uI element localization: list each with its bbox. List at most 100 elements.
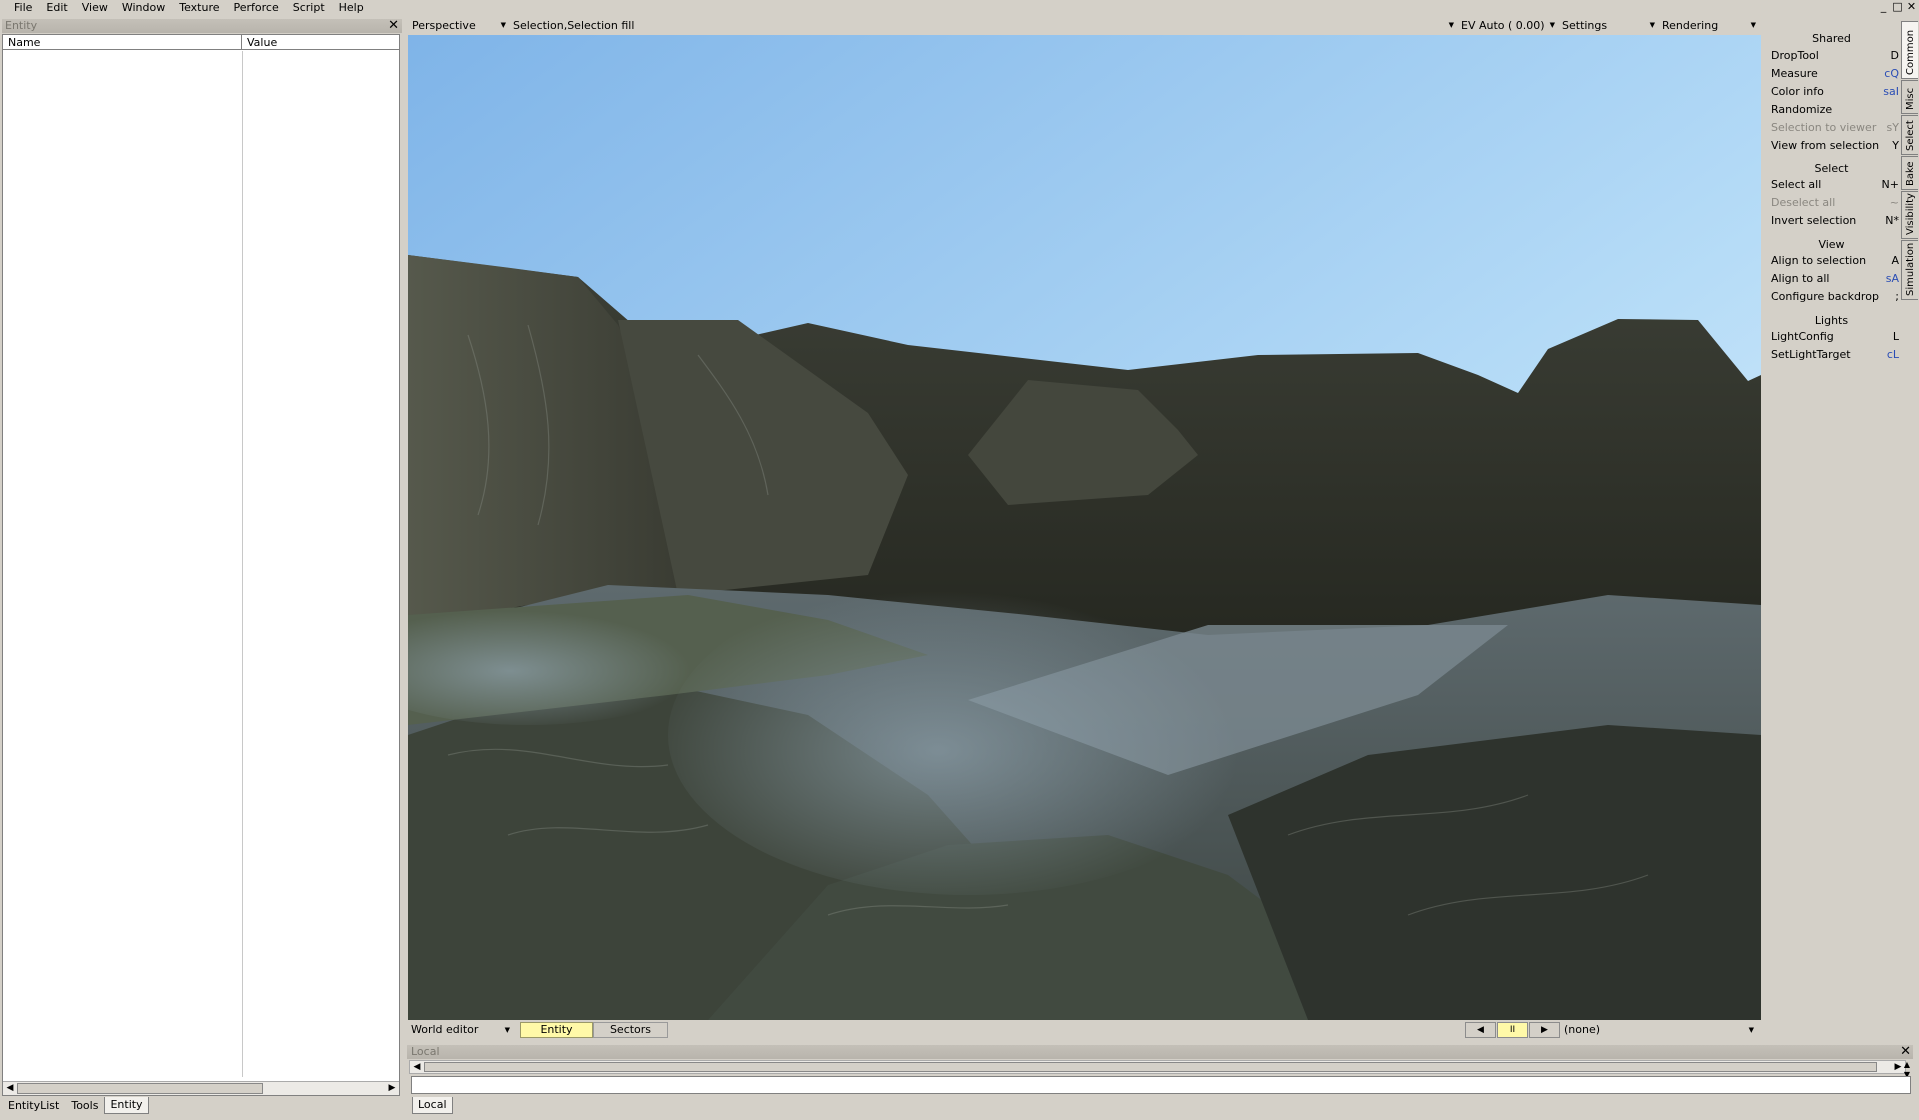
menu-perforce[interactable]: Perforce <box>227 0 286 16</box>
scroll-right-icon[interactable]: ▶ <box>385 1082 399 1095</box>
side-tab-select[interactable]: Select <box>1901 115 1918 155</box>
side-tab-visibility[interactable]: Visibility <box>1901 191 1918 239</box>
section-header-select: Select <box>1814 162 1849 175</box>
menu-view[interactable]: View <box>75 0 115 16</box>
restore-icon[interactable]: □ <box>1892 1 1903 13</box>
command-label: Configure backdrop <box>1771 290 1879 303</box>
command-invert-selection[interactable]: Invert selection N* <box>1771 213 1899 229</box>
chevron-down-icon: ▼ <box>1748 1026 1754 1034</box>
tab-sectors[interactable]: Sectors <box>593 1022 668 1038</box>
command-label: SetLightTarget <box>1771 348 1851 361</box>
property-table[interactable]: Name Value ◀ ▶ <box>2 34 400 1096</box>
scrollbar-thumb[interactable] <box>17 1083 263 1094</box>
column-header-value[interactable]: Value <box>242 35 399 50</box>
side-tab-simulation[interactable]: Simulation <box>1901 240 1918 300</box>
menu-bar: File Edit View Window Texture Perforce S… <box>0 0 1919 16</box>
menu-edit[interactable]: Edit <box>39 0 74 16</box>
console-horizontal-scrollbar[interactable]: ◀ ▶ <box>409 1060 1906 1074</box>
command-align-to-all[interactable]: Align to all sA <box>1771 271 1899 287</box>
camera-mode-dropdown[interactable]: Perspective ▼ <box>409 18 509 33</box>
exposure-dropdown[interactable]: EV Auto ( 0.00) ▼ <box>1458 18 1558 33</box>
command-measure[interactable]: Measure cQ <box>1771 66 1899 82</box>
command-label: Randomize <box>1771 103 1833 116</box>
command-shortcut: N+ <box>1881 178 1899 191</box>
command-shortcut: sY <box>1886 121 1899 134</box>
pause-button[interactable]: II <box>1497 1022 1528 1038</box>
column-header-name[interactable]: Name <box>3 35 242 50</box>
horizontal-scrollbar[interactable]: ◀ ▶ <box>3 1081 399 1095</box>
column-divider <box>242 51 243 1077</box>
animation-dropdown[interactable]: (none) ▼ <box>1561 1022 1758 1038</box>
chevron-down-icon: ▼ <box>1750 21 1756 29</box>
menu-file[interactable]: File <box>0 0 39 16</box>
scroll-left-icon[interactable]: ◀ <box>410 1061 424 1073</box>
command-shortcut: Y <box>1892 139 1899 152</box>
side-tab-label: Common <box>1905 29 1916 75</box>
side-tab-label: Visibility <box>1905 193 1916 235</box>
command-deselect-all: Deselect all ~ <box>1771 195 1899 211</box>
command-lightconfig[interactable]: LightConfig L <box>1771 329 1899 345</box>
command-configure-backdrop[interactable]: Configure backdrop; <box>1771 289 1899 305</box>
command-setlighttarget[interactable]: SetLightTarget cL <box>1771 347 1899 363</box>
side-tab-common[interactable]: Common <box>1901 21 1918 79</box>
settings-value: Settings <box>1562 19 1608 32</box>
command-select-all[interactable]: Select all N+ <box>1771 177 1899 193</box>
command-label: Selection to viewer <box>1771 121 1877 134</box>
command-shortcut: D <box>1890 49 1899 62</box>
menu-window[interactable]: Window <box>115 0 172 16</box>
viewport-toolbar: Perspective ▼ Selection,Selection fill ▼… <box>407 17 1760 34</box>
selection-mode-dropdown[interactable]: Selection,Selection fill ▼ <box>510 18 1457 33</box>
tab-tools[interactable]: Tools <box>65 1097 104 1114</box>
minimize-icon[interactable]: _ <box>1878 1 1889 13</box>
tab-entity-mode[interactable]: Entity <box>520 1022 593 1038</box>
editor-mode-value: World editor <box>411 1023 479 1036</box>
close-icon[interactable]: ✕ <box>1900 1045 1911 1059</box>
menu-script[interactable]: Script <box>286 0 332 16</box>
next-frame-button[interactable]: ▶ <box>1529 1022 1560 1038</box>
command-label: Invert selection <box>1771 214 1857 227</box>
play-icon: ▶ <box>1541 1025 1548 1035</box>
command-shortcut: L <box>1892 330 1899 343</box>
scroll-up-icon[interactable]: ▲ <box>1900 1060 1914 1070</box>
section-header-view: View <box>1818 238 1845 251</box>
exposure-value: EV Auto ( 0.00) <box>1461 19 1545 32</box>
command-shortcut: saI <box>1883 85 1899 98</box>
selection-mode-value: Selection,Selection fill <box>513 19 635 32</box>
section-header-lights: Lights <box>1814 314 1849 327</box>
scrollbar-thumb[interactable] <box>424 1062 1877 1072</box>
scroll-left-icon[interactable]: ◀ <box>3 1082 17 1095</box>
chevron-down-icon: ▼ <box>1448 21 1454 29</box>
side-tab-misc[interactable]: Misc <box>1901 80 1918 114</box>
pause-icon: II <box>1509 1025 1516 1035</box>
menu-texture[interactable]: Texture <box>172 0 226 16</box>
command-randomize[interactable]: Randomize <box>1771 102 1899 118</box>
tab-entitylist[interactable]: EntityList <box>2 1097 65 1114</box>
rendering-dropdown[interactable]: Rendering ▼ <box>1659 18 1759 33</box>
chevron-down-icon: ▼ <box>500 21 506 29</box>
command-color-info[interactable]: Color info saI <box>1771 84 1899 100</box>
3d-viewport[interactable] <box>408 35 1761 1020</box>
close-icon[interactable]: ✕ <box>1906 1 1917 13</box>
settings-dropdown[interactable]: Settings ▼ <box>1559 18 1658 33</box>
tab-local[interactable]: Local <box>412 1097 453 1114</box>
section-header-shared: Shared <box>1812 32 1851 45</box>
side-tab-strip: Common Misc Select Bake Visibility Simul… <box>1901 21 1918 300</box>
console-input[interactable] <box>411 1076 1911 1094</box>
window-controls: _ □ ✕ <box>1878 1 1917 13</box>
tab-entity[interactable]: Entity <box>104 1097 149 1114</box>
side-tab-bake[interactable]: Bake <box>1901 156 1918 190</box>
entity-panel: Entity ✕ Name Value ◀ ▶ EntityList Tools… <box>2 17 402 1117</box>
menu-help[interactable]: Help <box>332 0 371 16</box>
command-label: Select all <box>1771 178 1822 191</box>
chevron-down-icon: ▼ <box>504 1026 510 1034</box>
editor-mode-dropdown[interactable]: World editor ▼ <box>409 1022 514 1038</box>
close-icon[interactable]: ✕ <box>388 19 399 33</box>
prev-frame-button[interactable]: ◀ <box>1465 1022 1496 1038</box>
rendering-value: Rendering <box>1662 19 1719 32</box>
command-label: Align to all <box>1771 272 1830 285</box>
command-view-from-selection[interactable]: View from selection Y <box>1771 138 1899 154</box>
viewport-bottom-bar: World editor ▼ Entity Sectors ◀ II ▶ (no… <box>407 1021 1760 1039</box>
command-align-to-selection[interactable]: Align to selection A <box>1771 253 1899 269</box>
left-panel-tabs: EntityList Tools Entity <box>2 1097 149 1115</box>
command-droptool[interactable]: DropTool D <box>1771 48 1899 64</box>
